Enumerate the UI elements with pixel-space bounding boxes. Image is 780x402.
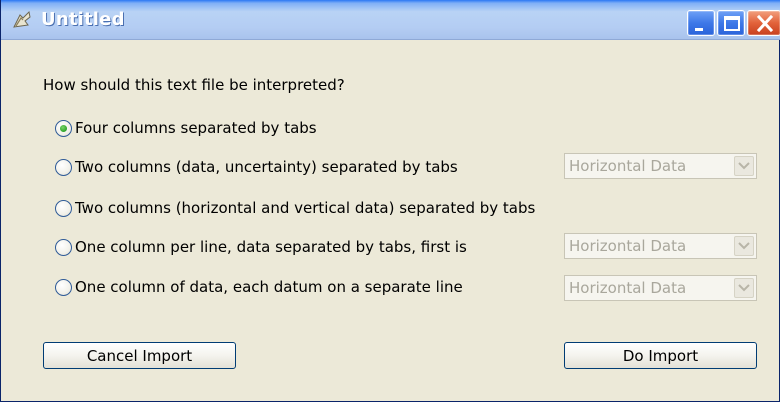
option-label: Four columns separated by tabs — [75, 119, 317, 137]
radio-button[interactable] — [55, 238, 72, 256]
chevron-down-icon[interactable] — [734, 156, 754, 176]
option-two-columns-horizontal-vertical[interactable]: Two columns (horizontal and vertical dat… — [55, 197, 535, 219]
radio-button[interactable] — [55, 199, 72, 217]
orientation-select-per-line[interactable]: Horizontal Data — [564, 233, 757, 259]
close-button[interactable] — [747, 10, 780, 36]
radio-button[interactable] — [55, 278, 72, 296]
title-bar[interactable]: Untitled — [1, 0, 780, 40]
option-label: One column of data, each datum on a sepa… — [75, 278, 463, 296]
dialog-window: Untitled How should this text file be in… — [0, 0, 780, 402]
minimize-icon — [695, 28, 703, 31]
orientation-select-uncertainty[interactable]: Horizontal Data — [564, 153, 757, 179]
orientation-select-separate-lines[interactable]: Horizontal Data — [564, 275, 757, 301]
minimize-button[interactable] — [687, 10, 715, 36]
radio-button-selected[interactable] — [55, 119, 72, 137]
close-icon — [756, 14, 774, 33]
select-value: Horizontal Data — [569, 279, 687, 297]
chevron-down-icon[interactable] — [734, 236, 754, 256]
select-value: Horizontal Data — [569, 157, 687, 175]
maximize-button[interactable] — [717, 10, 745, 36]
window-title: Untitled — [41, 9, 125, 30]
app-icon — [11, 9, 33, 31]
cancel-import-button[interactable]: Cancel Import — [43, 342, 236, 369]
maximize-icon — [724, 16, 740, 31]
radio-button[interactable] — [55, 158, 72, 176]
do-import-button[interactable]: Do Import — [564, 342, 757, 369]
select-value: Horizontal Data — [569, 237, 687, 255]
option-one-column-separate-lines[interactable]: One column of data, each datum on a sepa… — [55, 276, 463, 298]
chevron-down-icon[interactable] — [734, 278, 754, 298]
option-label: Two columns (data, uncertainty) separate… — [75, 158, 458, 176]
option-four-columns[interactable]: Four columns separated by tabs — [55, 117, 317, 139]
dialog-prompt: How should this text file be interpreted… — [43, 76, 345, 94]
option-one-column-per-line[interactable]: One column per line, data separated by t… — [55, 236, 467, 258]
option-label: Two columns (horizontal and vertical dat… — [75, 199, 536, 217]
option-label: One column per line, data separated by t… — [75, 238, 467, 256]
option-two-columns-uncertainty[interactable]: Two columns (data, uncertainty) separate… — [55, 156, 458, 178]
